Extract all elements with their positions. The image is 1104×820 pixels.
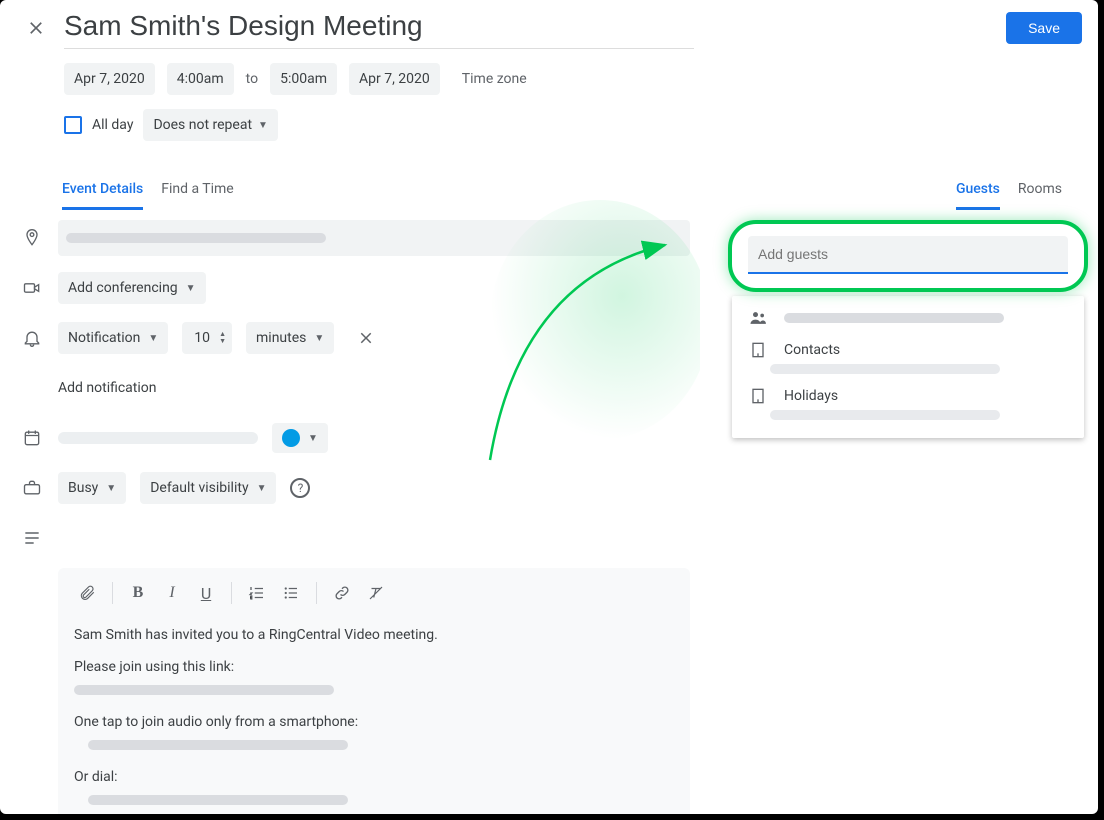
underline-button[interactable]: U: [191, 578, 221, 608]
close-icon: [26, 18, 46, 38]
italic-button[interactable]: I: [157, 578, 187, 608]
people-icon: [746, 308, 770, 328]
start-date-chip[interactable]: Apr 7, 2020: [64, 63, 155, 95]
room-icon: [746, 340, 770, 360]
event-editor-window: Apr 7, 2020 4:00am to 5:00am Apr 7, 2020…: [0, 0, 1098, 814]
numbered-list-icon: [248, 584, 266, 602]
close-button[interactable]: [16, 8, 56, 48]
event-color-select[interactable]: ▼: [272, 423, 328, 453]
remove-notification-button[interactable]: [348, 320, 384, 356]
desc-line: One tap to join audio only from a smartp…: [74, 711, 674, 756]
tab-rooms[interactable]: Rooms: [1018, 181, 1062, 210]
desc-line: Or dial:PIN:: [74, 766, 674, 814]
timezone-link[interactable]: Time zone: [462, 71, 527, 87]
chevron-down-icon: ▼: [186, 283, 196, 294]
clear-format-icon: [367, 584, 385, 602]
all-day-checkbox[interactable]: [64, 116, 82, 134]
calendar-select-placeholder[interactable]: [58, 432, 258, 444]
link-icon: [333, 584, 351, 602]
start-time-chip[interactable]: 4:00am: [167, 63, 234, 95]
description-toolbar: B I U: [58, 568, 690, 618]
bulleted-list-button[interactable]: [276, 578, 306, 608]
event-title-input[interactable]: [64, 8, 694, 49]
bold-button[interactable]: B: [123, 578, 153, 608]
end-time-chip[interactable]: 5:00am: [270, 63, 337, 95]
close-icon: [357, 329, 375, 347]
color-dot: [282, 429, 300, 447]
paperclip-icon: [78, 584, 96, 602]
chevron-down-icon: ▼: [308, 433, 318, 444]
chevron-down-icon: ▼: [148, 333, 158, 344]
visibility-select[interactable]: Default visibility▼: [140, 472, 276, 504]
tab-guests[interactable]: Guests: [956, 181, 1000, 210]
availability-select[interactable]: Busy▼: [58, 472, 126, 504]
add-guests-input[interactable]: [748, 236, 1068, 274]
bulleted-list-icon: [282, 584, 300, 602]
header-bar: Apr 7, 2020 4:00am to 5:00am Apr 7, 2020…: [0, 0, 1098, 141]
save-button[interactable]: Save: [1006, 12, 1082, 44]
suggestion-item-holidays[interactable]: Holidays: [732, 380, 1084, 412]
guests-suggestion-dropdown: Contacts Holidays: [732, 296, 1084, 438]
all-day-label: All day: [92, 117, 133, 133]
repeat-select[interactable]: Does not repeat▼: [143, 109, 278, 141]
notification-type-select[interactable]: Notification▼: [58, 322, 168, 354]
tabs-row: Event Details Find a Time Guests Rooms: [0, 181, 1098, 210]
location-input[interactable]: [58, 220, 690, 256]
add-conferencing-select[interactable]: Add conferencing▼: [58, 272, 206, 304]
chevron-down-icon: ▼: [257, 483, 267, 494]
location-icon: [20, 228, 44, 248]
add-guests-highlight: [728, 220, 1088, 292]
notification-amount-stepper[interactable]: 10 ▲▼: [182, 322, 232, 354]
desc-line: Sam Smith has invited you to a RingCentr…: [74, 624, 674, 646]
video-icon: [20, 278, 44, 298]
description-editor[interactable]: B I U: [58, 568, 690, 814]
guests-panel: Contacts Holidays: [728, 220, 1088, 438]
chevron-down-icon: ▼: [106, 483, 116, 494]
chevron-down-icon[interactable]: ▼: [219, 338, 226, 345]
tab-event-details[interactable]: Event Details: [62, 181, 143, 210]
chevron-down-icon: ▼: [258, 120, 268, 131]
suggestion-item[interactable]: [732, 302, 1084, 334]
calendar-icon: [20, 428, 44, 448]
insert-link-button[interactable]: [327, 578, 357, 608]
tab-find-a-time[interactable]: Find a Time: [161, 181, 234, 210]
add-notification-link[interactable]: Add notification: [58, 380, 157, 396]
description-content[interactable]: Sam Smith has invited you to a RingCentr…: [58, 618, 690, 814]
clear-formatting-button[interactable]: [361, 578, 391, 608]
description-icon: [20, 528, 44, 548]
bell-icon: [20, 328, 44, 348]
suggestion-item-contacts[interactable]: Contacts: [732, 334, 1084, 366]
desc-line: Please join using this link:: [74, 656, 674, 701]
notification-unit-select[interactable]: minutes▼: [246, 322, 334, 354]
numbered-list-button[interactable]: [242, 578, 272, 608]
chevron-down-icon: ▼: [314, 333, 324, 344]
room-icon: [746, 386, 770, 406]
visibility-help-button[interactable]: ?: [290, 478, 310, 498]
to-label: to: [246, 71, 258, 87]
event-details-panel: Add conferencing▼ Notification▼ 10 ▲▼ mi…: [0, 218, 700, 814]
attach-button[interactable]: [72, 578, 102, 608]
briefcase-icon: [20, 478, 44, 498]
end-date-chip[interactable]: Apr 7, 2020: [349, 63, 440, 95]
